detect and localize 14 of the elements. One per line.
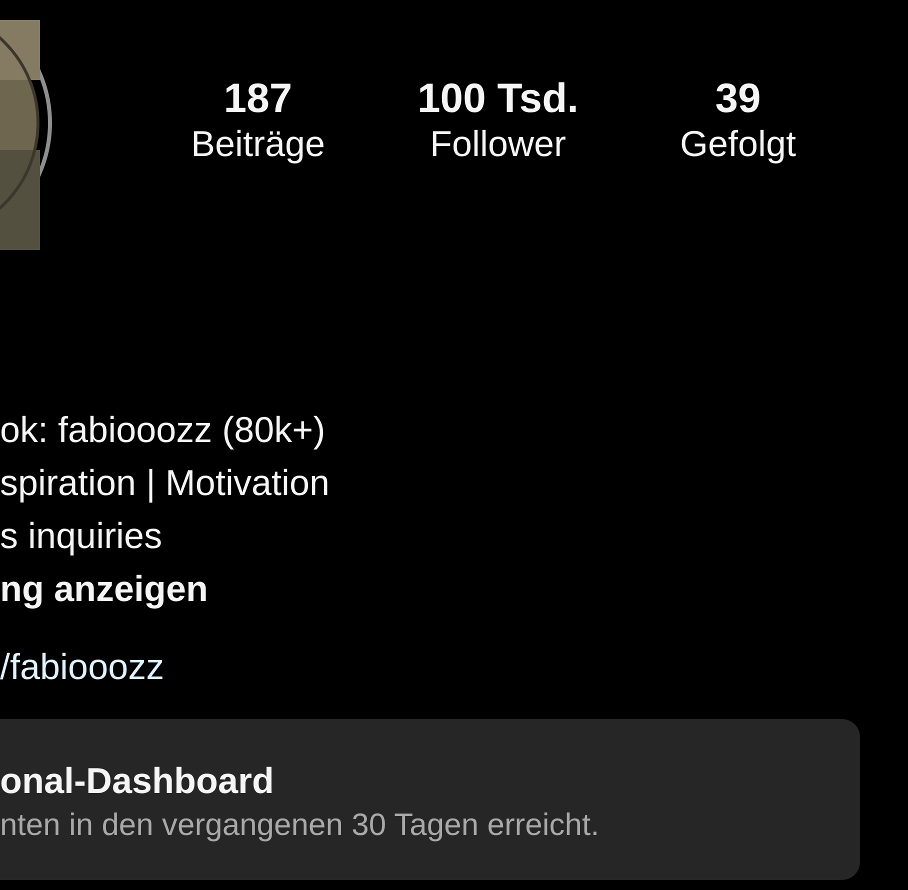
dashboard-subtitle: nten in den vergangenen 30 Tagen erreicht. xyxy=(0,806,600,844)
stat-label[interactable]: Follower xyxy=(430,122,566,166)
stat-count: 100 Tsd. xyxy=(417,74,579,122)
profile-link[interactable]: /fabiooozz xyxy=(0,645,164,689)
bio-line: spiration | Motivation xyxy=(0,461,330,505)
stat-label[interactable]: Gefolgt xyxy=(680,122,796,166)
bio-line: s inquiries xyxy=(0,514,162,558)
stat-count: 187 xyxy=(224,74,292,122)
dashboard-card[interactable]: onal-Dashboard nten in den vergangenen 30 Tagen erreicht. xyxy=(0,719,860,880)
bio-line: ok: fabiooozz (80k+) xyxy=(0,408,326,452)
show-more-link[interactable]: ng anzeigen xyxy=(0,562,208,615)
stat-label[interactable]: Beiträge xyxy=(190,122,326,166)
dashboard-title: onal-Dashboard xyxy=(0,759,274,803)
stat-count: 39 xyxy=(715,74,761,122)
